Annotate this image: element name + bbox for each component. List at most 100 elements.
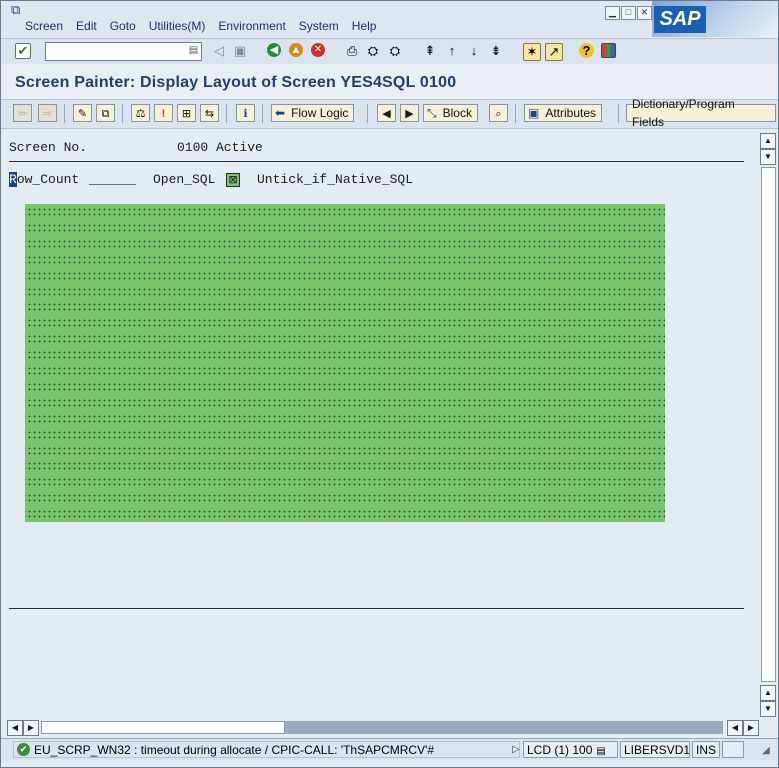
- scroll-page-up-icon[interactable]: ▼: [760, 149, 776, 165]
- top-divider: [9, 161, 744, 162]
- enter-icon[interactable]: ✔: [15, 43, 31, 59]
- menu-system[interactable]: System: [299, 19, 339, 33]
- attributes-icon: ▣: [528, 106, 540, 120]
- grid-row[interactable]: [25, 365, 665, 377]
- grid-row[interactable]: [25, 444, 665, 457]
- print-icon[interactable]: ⎙: [344, 43, 360, 59]
- system-list-icon[interactable]: ▤: [596, 746, 605, 757]
- open-sql-checkbox[interactable]: ⊠: [226, 173, 240, 187]
- save-icon[interactable]: ▣: [232, 43, 248, 59]
- grid-row[interactable]: [25, 428, 665, 441]
- back-icon[interactable]: ◀: [267, 43, 281, 57]
- separator: [262, 104, 263, 123]
- previous-page-icon[interactable]: ↑: [444, 43, 460, 59]
- menu-screen[interactable]: Screen: [25, 19, 63, 33]
- separator: [618, 104, 619, 123]
- system-info[interactable]: LCD (1) 100 ▤: [523, 741, 618, 758]
- grid-row[interactable]: [25, 317, 665, 330]
- vertical-scrollbar[interactable]: ▲ ▼ ▲ ▼: [760, 131, 776, 718]
- attributes-button[interactable]: ▣ Attributes: [524, 104, 603, 122]
- exit-icon[interactable]: ▲: [289, 43, 303, 57]
- last-page-icon[interactable]: ⇟: [488, 43, 504, 59]
- previous-screen-icon[interactable]: ◀: [377, 104, 396, 122]
- system-menu-icon[interactable]: ⧉: [11, 3, 25, 16]
- grid-row[interactable]: [25, 380, 665, 393]
- maximize-icon[interactable]: □: [621, 6, 636, 20]
- flow-logic-button[interactable]: ⬅ Flow Logic: [271, 104, 355, 122]
- status-expand-icon[interactable]: ▷: [508, 742, 524, 758]
- grid-row[interactable]: [25, 237, 665, 250]
- grid-row[interactable]: [25, 269, 665, 282]
- scroll-up-icon[interactable]: ▲: [760, 133, 776, 149]
- row-count-input[interactable]: ______: [89, 172, 136, 187]
- command-input[interactable]: [46, 43, 184, 59]
- menu-help[interactable]: Help: [352, 19, 377, 33]
- layout-icon[interactable]: [601, 43, 616, 58]
- row-count-field[interactable]: Row_Count: [9, 172, 79, 187]
- attributes-label: Attributes: [545, 106, 597, 120]
- block-button[interactable]: ⤡ Block: [423, 104, 478, 122]
- menu-utilities[interactable]: Utilities(M): [149, 19, 206, 33]
- vertical-scroll-thumb[interactable]: [761, 167, 776, 682]
- minimize-icon[interactable]: ▁: [605, 6, 620, 20]
- grid-row[interactable]: [25, 460, 665, 473]
- next-object-icon[interactable]: ⇨: [38, 104, 57, 122]
- grid-row[interactable]: [25, 396, 665, 409]
- next-page-icon[interactable]: ↓: [466, 43, 482, 59]
- scroll-page-down-icon[interactable]: ▲: [760, 685, 776, 701]
- separator: [64, 104, 65, 123]
- history-dropdown-icon[interactable]: ▤: [188, 44, 199, 57]
- status-message[interactable]: ✔ EU_SCRP_WN32 : timeout during allocate …: [13, 741, 520, 758]
- grid-row[interactable]: [25, 285, 665, 298]
- grid-row[interactable]: [25, 492, 665, 505]
- grid-row[interactable]: [25, 206, 665, 218]
- grid-row[interactable]: [25, 412, 665, 425]
- grid-row[interactable]: [25, 301, 665, 314]
- grid-row[interactable]: [25, 333, 665, 346]
- find-icon[interactable]: ⛭: [365, 43, 381, 59]
- block-label: Block: [442, 106, 472, 120]
- layout-editor-icon[interactable]: ⊞: [177, 104, 196, 122]
- insert-mode[interactable]: INS: [692, 741, 720, 758]
- display-change-icon[interactable]: ✎: [73, 104, 92, 122]
- help-icon[interactable]: ?: [579, 43, 594, 58]
- next-screen-icon[interactable]: ▶: [400, 104, 419, 122]
- layout-work-area[interactable]: Screen No. 0100 Active Row_Count ______ …: [1, 129, 759, 719]
- menu-edit[interactable]: Edit: [76, 19, 97, 33]
- find-next-icon[interactable]: ⛭: [387, 43, 403, 59]
- first-page-icon[interactable]: ⇞: [422, 43, 438, 59]
- menu-environment[interactable]: Environment: [218, 19, 285, 33]
- dictionary-fields-button[interactable]: Dictionary/Program Fields: [626, 97, 776, 129]
- where-used-icon[interactable]: ⇆: [200, 104, 219, 122]
- grid-row[interactable]: [25, 349, 665, 362]
- information-icon[interactable]: ℹ: [236, 104, 255, 122]
- back-arrow-icon[interactable]: ◁: [211, 43, 227, 59]
- grid-row[interactable]: [25, 476, 665, 489]
- table-control-grid[interactable]: [25, 204, 665, 522]
- scroll-down-icon[interactable]: ▼: [760, 701, 776, 717]
- open-sql-label: Open_SQL: [153, 172, 216, 187]
- grid-row[interactable]: [25, 253, 665, 266]
- grid-row[interactable]: [25, 508, 665, 521]
- menu-goto[interactable]: Goto: [110, 19, 136, 33]
- activate-icon[interactable]: !: [154, 104, 173, 122]
- scroll-page-right-icon[interactable]: ◀: [727, 720, 743, 736]
- cancel-icon[interactable]: ✕: [311, 43, 325, 57]
- resize-grip-icon[interactable]: ◢: [758, 743, 774, 759]
- other-object-icon[interactable]: ⧉: [96, 104, 115, 122]
- shortcut-icon[interactable]: ↗: [545, 43, 563, 61]
- scroll-page-left-icon[interactable]: ▶: [23, 720, 39, 736]
- sap-window: ⧉ Screen Edit Goto Utilities(M) Environm…: [0, 0, 779, 768]
- close-icon[interactable]: ✕: [637, 6, 652, 20]
- horizontal-scrollbar[interactable]: ◀ ▶ ◀ ▶: [1, 719, 778, 736]
- prev-object-icon[interactable]: ⇦: [13, 104, 32, 122]
- scroll-right-icon[interactable]: ▶: [743, 720, 759, 736]
- new-session-icon[interactable]: ✶: [523, 43, 541, 61]
- command-field[interactable]: ▤: [45, 42, 202, 61]
- check-icon[interactable]: ⚖: [131, 104, 150, 122]
- separator: [515, 104, 516, 123]
- zoom-icon[interactable]: ⌕: [489, 104, 508, 122]
- grid-row[interactable]: [25, 221, 665, 234]
- horizontal-scroll-thumb[interactable]: [41, 721, 285, 734]
- scroll-left-icon[interactable]: ◀: [7, 720, 23, 736]
